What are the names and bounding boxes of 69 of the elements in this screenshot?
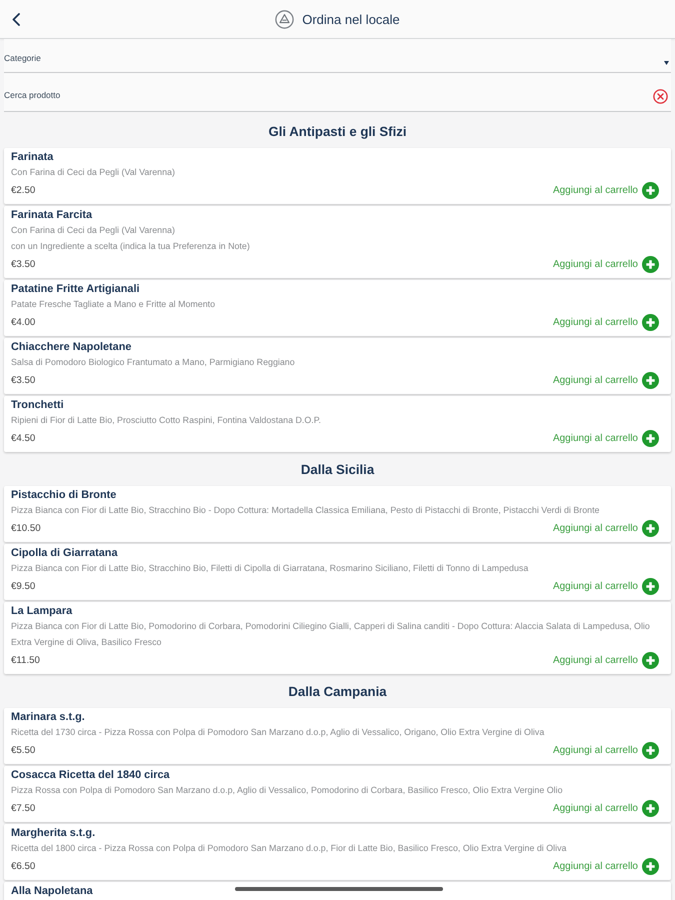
product-card[interactable]: Patatine Fritte Artigianali Patate Fresche Tagliate a Mano e Fritte al Momento €4.00 Aggiungi al carrello [4,280,671,336]
product-description: con un Ingrediente a scelta (indica la tua Preferenza in Note) [11,240,250,253]
product-price: €2.50 [11,184,36,196]
product-price: €7.50 [11,802,36,814]
product-description: Salsa di Pomodoro Biologico Frantumato a Mano, Parmigiano Reggiano [11,356,295,369]
product-description: Ricetta del 1730 circa - Pizza Rossa con Polpa di Pomodoro San Marzano d.o.p, Aglio di Vessalico, Origano, Olio Extra Vergine di Oliva [11,726,544,739]
product-price: €3.50 [11,258,36,270]
product-name: Farinata [11,150,54,164]
product-name: Alla Napoletana [11,884,93,898]
product-price: €4.00 [11,316,36,328]
plus-icon [642,800,659,816]
plus-icon [642,652,659,668]
product-name: La Lampara [11,604,72,618]
product-description: Con Farina di Ceci da Pegli (Val Varenna) [11,166,175,179]
caret-icon [664,61,669,65]
product-price: €11.50 [11,654,40,666]
product-card[interactable]: Marinara s.t.g. Ricetta del 1730 circa - Pizza Rossa con Polpa di Pomodoro San Marzano d.o.p, Aglio di Vessalico, Origano, Olio Extra Vergine di Oliva €5.50 Aggiungi al carrello [4,708,671,764]
product-description: Pizza Rossa con Polpa di Pomodoro San Marzano d.o.p, Aglio di Vessalico, Pomodorino di Corbara, Basilico Fresco, Olio Extra Vergine Olio [11,784,563,797]
plus-icon [642,372,659,388]
product-card[interactable]: Cosacca Ricetta del 1840 circa Pizza Rossa con Polpa di Pomodoro San Marzano d.o.p, Aglio di Vessalico, Pomodorino di Corbara, Basilico Fresco, Olio Extra Vergine Olio €7.50 Aggiungi al carrello [4,766,671,822]
product-name: Pistacchio di Bronte [11,488,116,502]
product-price: €5.50 [11,744,36,756]
product-card[interactable] [4,602,671,674]
plus-icon [642,314,659,330]
product-description: Ripieni di Fior di Latte Bio, Prosciutto Cotto Raspini, Fontina Valdostana D.O.P. [11,414,321,427]
page-title: Ordina nel locale [302,12,400,26]
product-name: Margherita s.t.g. [11,826,96,840]
back-chevron-icon [12,12,20,26]
product-price: €3.50 [11,374,36,386]
product-name: Cipolla di Giarratana [11,546,118,560]
product-name: Farinata Farcita [11,208,92,222]
product-description: Ricetta del 1800 circa - Pizza Rossa con Polpa di Pomodoro San Marzano d.o.p, Fior di Latte Bio, Basilico Fresco, Olio Extra Vergine di Oliva [11,842,566,855]
clear-search-button[interactable] [653,89,668,104]
product-price: €9.50 [11,580,36,592]
plus-icon [642,256,659,272]
product-card[interactable]: Tronchetti Ripieni di Fior di Latte Bio, Prosciutto Cotto Raspini, Fontina Valdostana D.O.P. €4.50 Aggiungi al carrello [4,396,671,452]
product-description: Pizza Bianca con Fior di Latte Bio, Pomodorino di Corbara, Pomodorini Ciliegino Gialli, Capperi di Salina canditi - Dopo Cottura: Alaccia Salata di Lampedusa, Olio Extra Vergine di Oliva, Basilico Fresco [11,620,651,649]
plus-icon [642,742,659,758]
plus-icon [642,182,659,198]
product-name: Cosacca Ricetta del 1840 circa [11,768,170,782]
section-title: Gli Antipasti e gli Sfizi [268,123,408,141]
product-card[interactable] [4,486,671,542]
product-price: €4.50 [11,432,36,444]
product-price: €6.50 [11,860,36,872]
plus-icon [642,858,659,874]
section-title: Dalla Sicilia [300,461,376,479]
product-card[interactable]: Margherita s.t.g. Ricetta del 1800 circa - Pizza Rossa con Polpa di Pomodoro San Marzano d.o.p, Fior di Latte Bio, Basilico Fresco, Olio Extra Vergine di Oliva €6.50 Aggiungi al carrello [4,824,671,880]
product-name: Tronchetti [11,398,64,412]
triangle-in-circle-icon [275,10,294,28]
clear-icon [653,89,668,104]
product-description: Pizza Bianca con Fior di Latte Bio, Stracchino Bio, Filetti di Cipolla di Giarratana, Rosmarino Siciliano, Filetti di Tonno di Lampedusa [11,562,528,575]
product-card[interactable]: Farinata Con Farina di Ceci da Pegli (Val Varenna) €2.50 Aggiungi al carrello [4,148,671,204]
product-name: Marinara s.t.g. [11,710,85,724]
product-description: Pizza Bianca con Fior di Latte Bio, Stracchino Bio - Dopo Cottura: Mortadella Classica Emiliana, Pesto di Pistacchi di Bronte, Pistacchi Verdi di Bronte [11,504,600,517]
section-title: Dalla Campania [287,683,388,701]
plus-icon [642,430,659,446]
plus-icon [642,520,659,536]
product-card[interactable]: Farinata Farcita Con Farina di Ceci da Pegli (Val Varenna) con un Ingrediente a scelta (indica la tua Preferenza in Note) €3.50 Aggiungi al carrello [4,206,671,278]
product-description: Con Farina di Ceci da Pegli (Val Varenna) [11,224,175,237]
product-card[interactable]: Alla Napoletana [4,882,671,900]
product-price: €10.50 [11,522,41,534]
product-description: Patate Fresche Tagliate a Mano e Fritte al Momento [11,298,216,311]
product-name: Chiacchere Napoletane [11,340,132,354]
plus-icon [642,578,659,594]
product-name: Patatine Fritte Artigianali [11,282,140,296]
product-card[interactable]: Chiacchere Napoletane Salsa di Pomodoro Biologico Frantumato a Mano, Parmigiano Reggiano €3.50 Aggiungi al carrello [4,338,671,394]
product-card[interactable]: Cipolla di Giarratana Pizza Bianca con Fior di Latte Bio, Stracchino Bio, Filetti di Cipolla di Giarratana, Rosmarino Siciliano, Filetti di Tonno di Lampedusa €9.50 Aggiungi al carrello [4,544,671,600]
search-field[interactable]: Cerca prodotto [4,73,671,112]
category-dropdown[interactable]: Categorie [4,39,671,73]
